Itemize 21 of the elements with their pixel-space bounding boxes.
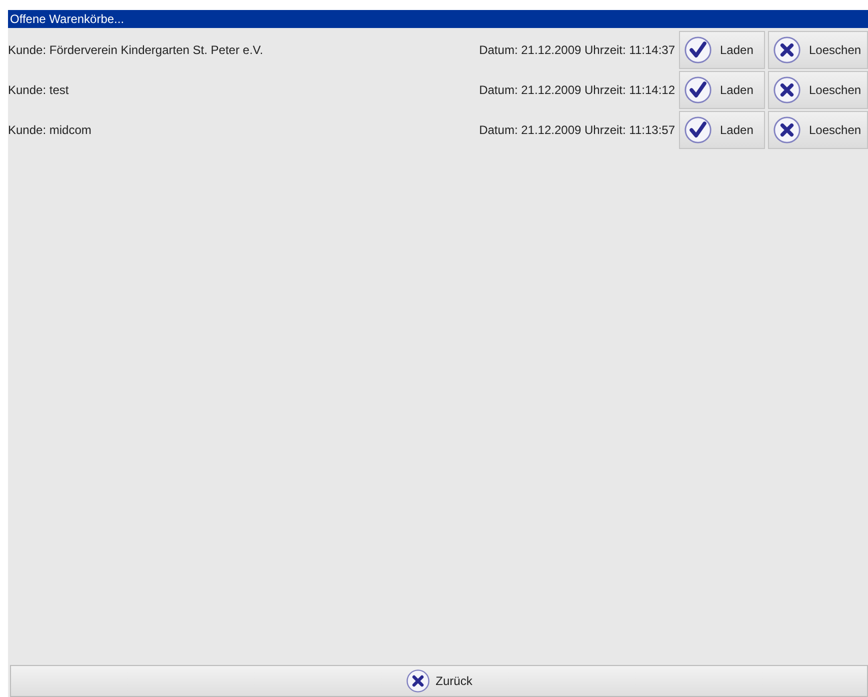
customer-label: Kunde: Förderverein Kindergarten St. Peter e.V. xyxy=(8,43,264,57)
timestamp-label: Datum: 21.12.2009 Uhrzeit: 11:14:12 xyxy=(479,83,675,97)
window-title: Offene Warenkörbe... xyxy=(8,10,868,28)
close-icon xyxy=(773,116,801,144)
back-button[interactable]: Zurück xyxy=(10,665,868,697)
load-button[interactable]: Laden xyxy=(679,111,765,149)
checkmark-icon xyxy=(684,76,712,104)
load-button[interactable]: Laden xyxy=(679,71,765,109)
timestamp-label: Datum: 21.12.2009 Uhrzeit: 11:14:37 xyxy=(479,43,675,57)
close-icon xyxy=(773,76,801,104)
close-icon xyxy=(406,669,430,693)
close-icon xyxy=(773,36,801,64)
delete-button[interactable]: Loeschen xyxy=(768,71,868,109)
checkmark-icon xyxy=(684,116,712,144)
delete-button[interactable]: Loeschen xyxy=(768,111,868,149)
timestamp-label: Datum: 21.12.2009 Uhrzeit: 11:13:57 xyxy=(479,123,675,137)
delete-button[interactable]: Loeschen xyxy=(768,31,868,69)
load-button[interactable]: Laden xyxy=(679,31,765,69)
customer-label: Kunde: midcom xyxy=(8,123,92,137)
checkmark-icon xyxy=(684,36,712,64)
customer-label: Kunde: test xyxy=(8,83,70,97)
